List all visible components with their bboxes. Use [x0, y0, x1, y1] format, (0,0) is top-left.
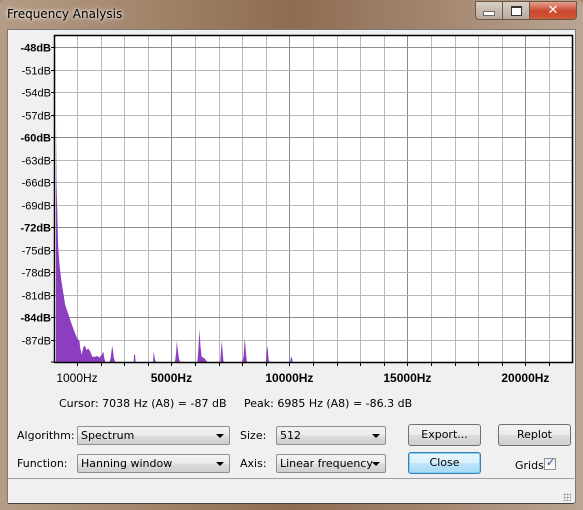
function-select[interactable]: Hanning window	[77, 454, 230, 473]
cursor-readout: Cursor: 7038 Hz (A8) = -87 dB	[59, 397, 227, 410]
y-tick-label: -60dB	[20, 133, 51, 145]
grids-checkbox[interactable]: ✓	[544, 456, 556, 470]
spectrum-chart[interactable]: -48dB -51dB -54dB -57dB -60dB -63dB -66dB -69dB…	[0, 0, 583, 395]
size-select[interactable]: 512	[276, 426, 386, 445]
checkmark-icon: ✓	[546, 456, 556, 469]
close-button[interactable]: Close	[408, 452, 481, 474]
resize-grip-icon[interactable]	[563, 493, 571, 501]
chevron-down-icon	[216, 434, 224, 438]
grids-label: Grids	[515, 459, 544, 472]
replot-button[interactable]: Replot	[498, 424, 571, 446]
peak-readout: Peak: 6985 Hz (A8) = -86.3 dB	[244, 397, 413, 410]
y-tick-label: -51dB	[22, 66, 51, 78]
y-tick-label: -87dB	[22, 336, 51, 348]
function-label: Function:	[17, 457, 68, 470]
axis-select[interactable]: Linear frequency	[276, 454, 386, 473]
size-value: 512	[280, 429, 301, 442]
x-tick-label: 5000Hz	[151, 371, 192, 385]
y-tick-label: -48dB	[20, 43, 51, 55]
x-tick-label: 1000Hz	[56, 371, 97, 385]
axis-value: Linear frequency	[280, 457, 373, 470]
y-tick-label: -66dB	[22, 178, 51, 190]
axis-label: Axis:	[240, 457, 267, 470]
export-button[interactable]: Export...	[408, 424, 481, 446]
algorithm-select[interactable]: Spectrum	[77, 426, 230, 445]
chevron-down-icon	[372, 434, 380, 438]
size-label: Size:	[240, 429, 267, 442]
frequency-analysis-window: Frequency Analysis ✕ -48dB -51dB -54dB -57d…	[0, 0, 583, 510]
x-tick-label: 20000Hz	[501, 371, 549, 385]
y-tick-label: -63dB	[22, 156, 51, 168]
y-tick-label: -81dB	[22, 291, 51, 303]
x-tick-label: 15000Hz	[383, 371, 431, 385]
y-tick-label: -84dB	[20, 313, 51, 325]
algorithm-label: Algorithm:	[17, 429, 75, 442]
y-tick-label: -57dB	[22, 111, 51, 123]
chevron-down-icon	[372, 462, 380, 466]
function-value: Hanning window	[81, 457, 173, 470]
chevron-down-icon	[216, 462, 224, 466]
status-line: Cursor: 7038 Hz (A8) = -87 dB Peak: 6985…	[59, 397, 426, 410]
y-tick-label: -72dB	[20, 223, 51, 235]
status-bar	[8, 478, 574, 504]
y-tick-label: -54dB	[22, 88, 51, 100]
y-tick-label: -69dB	[22, 201, 51, 213]
y-tick-label: -75dB	[22, 246, 51, 258]
y-tick-label: -78dB	[22, 268, 51, 280]
x-tick-label: 10000Hz	[265, 371, 313, 385]
algorithm-value: Spectrum	[81, 429, 135, 442]
